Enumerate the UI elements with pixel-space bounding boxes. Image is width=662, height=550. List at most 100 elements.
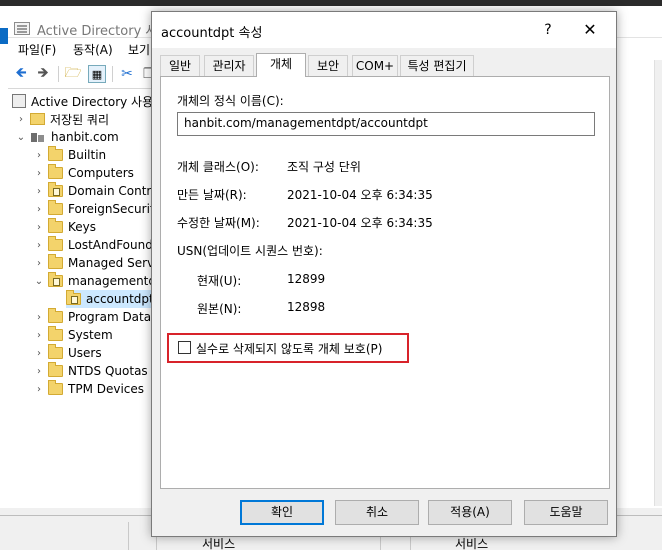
tree-node-tpm-devices[interactable]: › TPM Devices: [34, 380, 144, 398]
ok-button[interactable]: 확인: [240, 500, 324, 525]
tree-node-foreign-security[interactable]: › ForeignSecurity: [34, 200, 162, 218]
usn-original-label: 원본(N):: [197, 302, 242, 316]
ou-folder-icon: [66, 290, 81, 305]
close-icon[interactable]: ✕: [572, 18, 608, 42]
chevron-down-icon[interactable]: ⌄: [34, 276, 44, 287]
tree-node-label: TPM Devices: [68, 382, 145, 396]
tree-node-domain[interactable]: ⌄ hanbit.com: [16, 128, 119, 146]
tab-com-plus[interactable]: COM+: [352, 55, 398, 76]
tree-node-label: NTDS Quotas: [68, 364, 148, 378]
tree-node-saved-queries[interactable]: › 저장된 쿼리: [16, 110, 109, 128]
tree-node-system[interactable]: › System: [34, 326, 113, 344]
tree-node-root[interactable]: Active Directory 사용: [12, 92, 153, 110]
tree-node-ntds-quotas[interactable]: › NTDS Quotas: [34, 362, 148, 380]
tree-node-label: accountdpt: [86, 292, 154, 306]
tree-node-lost-and-found[interactable]: › LostAndFound: [34, 236, 153, 254]
tree-node-label: Keys: [68, 220, 97, 234]
created-value: 2021-10-04 오후 6:34:35: [287, 188, 433, 202]
object-class-value: 조직 구성 단위: [287, 160, 361, 174]
folder-icon: [48, 380, 63, 395]
service-column-text: 서비스: [455, 537, 489, 550]
chevron-right-icon[interactable]: ›: [16, 114, 26, 125]
tree-node-label: LostAndFound: [68, 238, 153, 252]
tree-node-managed-service[interactable]: › Managed Servi: [34, 254, 157, 272]
tree-node-label: Builtin: [68, 148, 107, 162]
toolbar-separator: [58, 66, 59, 82]
tree-node-label: ForeignSecurity: [68, 202, 162, 216]
chevron-right-icon[interactable]: ›: [34, 186, 44, 197]
chevron-right-icon[interactable]: ›: [34, 348, 44, 359]
tree-node-accountdpt[interactable]: accountdpt: [66, 290, 156, 308]
up-folder-icon[interactable]: 🗁: [64, 65, 82, 83]
active-directory-icon: [12, 94, 26, 108]
tree-node-users[interactable]: › Users: [34, 344, 102, 362]
folder-icon: [48, 236, 63, 251]
chevron-right-icon[interactable]: ›: [34, 222, 44, 233]
service-column-text: 서비스: [202, 537, 236, 550]
ou-folder-icon: [48, 182, 63, 197]
console-tree: Active Directory 사용 › 저장된 쿼리 ⌄ hanbit.co…: [8, 88, 164, 508]
tree-node-keys[interactable]: › Keys: [34, 218, 96, 236]
tree-node-label: Program Data: [68, 310, 152, 324]
chevron-down-icon[interactable]: ⌄: [16, 132, 26, 143]
tree-node-label: hanbit.com: [51, 130, 119, 144]
column-divider: [128, 522, 129, 550]
tree-node-computers[interactable]: › Computers: [34, 164, 134, 182]
chevron-right-icon[interactable]: ›: [34, 204, 44, 215]
tree-node-label: Domain Contro: [68, 184, 159, 198]
tree-node-program-data[interactable]: › Program Data: [34, 308, 151, 326]
tree-node-label: Computers: [68, 166, 134, 180]
aduc-toolbar: 🡸 🡺 🗁 ▦ ✂ ❐: [8, 62, 158, 86]
folder-icon: [48, 308, 63, 323]
folder-icon: [30, 113, 45, 125]
dialog-title: accountdpt 속성: [161, 26, 263, 41]
apply-button[interactable]: 적용(A): [428, 500, 512, 525]
chevron-right-icon[interactable]: ›: [34, 366, 44, 377]
chevron-right-icon[interactable]: ›: [34, 168, 44, 179]
details-scrollbar[interactable]: [654, 60, 662, 506]
menu-view[interactable]: 보기: [128, 41, 150, 58]
folder-icon: [48, 362, 63, 377]
chevron-right-icon[interactable]: ›: [34, 330, 44, 341]
dialog-titlebar: accountdpt 속성 ? ✕: [152, 12, 616, 48]
protect-from-deletion-label[interactable]: 실수로 삭제되지 않도록 개체 보호(P): [196, 340, 382, 357]
canonical-name-field[interactable]: hanbit.com/managementdpt/accountdpt: [177, 112, 595, 136]
chevron-right-icon[interactable]: ›: [34, 384, 44, 395]
usn-current-label: 현재(U):: [197, 274, 242, 288]
tab-attribute-editor[interactable]: 특성 편집기: [400, 55, 474, 76]
menu-file[interactable]: 파일(F): [18, 41, 56, 58]
back-arrow-icon[interactable]: 🡸: [12, 65, 30, 83]
toolbar-separator: [112, 66, 113, 82]
tree-node-label: System: [68, 328, 113, 342]
menu-action[interactable]: 동작(A): [73, 41, 113, 58]
tree-node-label: Active Directory 사용: [31, 94, 154, 109]
tab-general[interactable]: 일반: [160, 55, 200, 76]
tab-object[interactable]: 개체: [256, 53, 306, 77]
help-icon[interactable]: ?: [530, 18, 566, 42]
tree-node-managementdpt[interactable]: ⌄ managementdp: [34, 272, 164, 290]
chevron-right-icon[interactable]: ›: [34, 258, 44, 269]
chevron-right-icon[interactable]: ›: [34, 312, 44, 323]
help-button[interactable]: 도움말: [524, 500, 608, 525]
canonical-name-label: 개체의 정식 이름(C):: [177, 94, 284, 108]
protect-from-deletion-checkbox[interactable]: [178, 341, 191, 354]
left-window-edge: [0, 28, 8, 44]
forward-arrow-icon[interactable]: 🡺: [34, 65, 52, 83]
tree-node-domain-controllers[interactable]: › Domain Contro: [34, 182, 158, 200]
usn-original-value: 12898: [287, 300, 326, 314]
created-label: 만든 날짜(R):: [177, 188, 247, 202]
chevron-right-icon[interactable]: ›: [34, 240, 44, 251]
domain-icon: [30, 131, 46, 144]
cancel-button[interactable]: 취소: [335, 500, 419, 525]
folder-icon: [48, 344, 63, 359]
show-console-tree-icon[interactable]: ▦: [88, 65, 106, 83]
tree-node-label: Users: [68, 346, 102, 360]
chevron-right-icon[interactable]: ›: [34, 150, 44, 161]
folder-icon: [48, 164, 63, 179]
tab-managed-by[interactable]: 관리자: [204, 55, 254, 76]
tab-security[interactable]: 보안: [308, 55, 348, 76]
cut-icon[interactable]: ✂: [118, 65, 136, 83]
tree-node-builtin[interactable]: › Builtin: [34, 146, 106, 164]
ou-folder-icon: [48, 272, 63, 287]
modified-value: 2021-10-04 오후 6:34:35: [287, 216, 433, 230]
